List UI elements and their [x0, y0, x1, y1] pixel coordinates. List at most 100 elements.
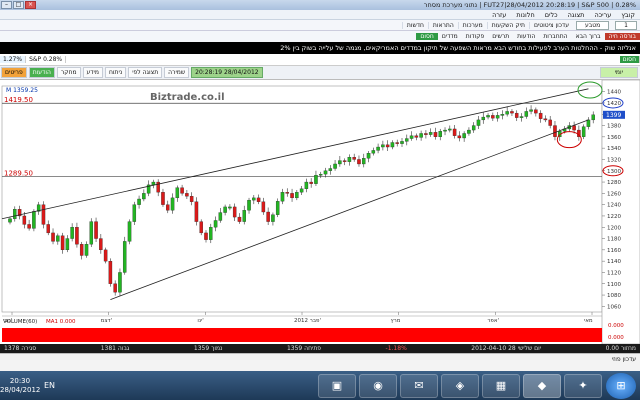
minimize-button[interactable]: – [1, 1, 12, 9]
chart-view-by-button[interactable]: תצוגה לפי [128, 67, 163, 78]
toolbar-alerts-button[interactable]: התראות [427, 21, 458, 29]
candle-body [65, 238, 70, 251]
chart-save-button[interactable]: שמירה [164, 67, 190, 78]
chart-info-button[interactable]: מידע [82, 67, 103, 78]
candle-body [586, 119, 591, 127]
candle-body [232, 206, 237, 218]
blocked-badge[interactable]: חסום [416, 33, 438, 40]
status-close: סגירה 1378 [4, 345, 37, 352]
candle-body [266, 211, 270, 222]
candle-body [51, 232, 55, 242]
language-indicator[interactable]: EN [44, 381, 55, 390]
y-tick-label: 1120 [607, 270, 621, 276]
candle-body [371, 150, 376, 154]
y-tick-label: 1060 [607, 304, 621, 310]
toolbar2-messages[interactable]: הודעות [513, 33, 539, 40]
status-high: גבוה 1381 [100, 345, 130, 352]
y-tick-label: 1240 [607, 203, 621, 209]
taskbar-app-icon[interactable]: ✦ [564, 373, 602, 398]
blocked-box[interactable]: חסום [619, 56, 640, 63]
chart-time-label: 20:28:19 28/04/2012 [191, 67, 263, 78]
candle-body [161, 192, 165, 205]
currency-select[interactable]: מטבע [575, 20, 610, 30]
price-chart[interactable]: 1419.501289.5014401420140013801360134013… [0, 80, 640, 344]
taskbar-app-icon[interactable]: ▦ [482, 373, 520, 398]
candle-body [376, 146, 380, 151]
candle-body [333, 163, 337, 169]
menu-tools[interactable]: כלים [540, 11, 563, 19]
start-button-icon[interactable]: ⊞ [606, 372, 636, 399]
candle-body [56, 235, 60, 242]
bottom-tab[interactable]: עדכון פוזי [612, 356, 636, 363]
status-volume: מחזור 0.00 [605, 345, 636, 352]
toolbar2-indices[interactable]: מדדים [438, 33, 462, 40]
toolbar2-welcome[interactable]: ברוך הבא [572, 33, 605, 40]
candle-body [261, 201, 266, 213]
x-tick-label: דצמ' [101, 318, 113, 324]
y-tick-label: 1200 [607, 225, 621, 231]
toolbar2-chart[interactable]: תרשים [488, 33, 513, 40]
toolbar-portfolio-button[interactable]: תיק השקעות [486, 21, 529, 29]
chart-analysis-button[interactable]: ניתוח [104, 67, 127, 78]
menu-windows[interactable]: חלונות [511, 11, 539, 19]
status-low: נמוך 1359 [193, 345, 223, 352]
menu-edit[interactable]: עריכה [589, 11, 616, 19]
taskbar: 20:30 28/04/2012 EN ▣ ◉ ✉ ◈ ▦ ◆ ✦ ⊞ [0, 371, 640, 400]
symbol-box[interactable]: S&P 0.28% [26, 56, 67, 63]
clock-date: 28/04/2012 [0, 385, 41, 394]
candle-body [185, 193, 189, 197]
menu-view[interactable]: תצוגה [563, 11, 590, 19]
candle-body [385, 144, 390, 148]
candle-body [180, 187, 184, 194]
toolbar-quotes-button[interactable]: עדכון ציטוטים [528, 21, 573, 29]
status-change: -1.18% [385, 345, 407, 352]
taskbar-app-icon[interactable]: ◆ [523, 373, 561, 398]
menu-file[interactable]: קובץ [616, 11, 640, 19]
candle-body [543, 118, 548, 121]
taskbar-app-icon[interactable]: ◈ [441, 373, 479, 398]
chart-period-field[interactable]: יומי [599, 67, 638, 78]
candle-body [443, 129, 447, 132]
y-tick-label: 1100 [607, 282, 621, 288]
toolbar2-orders[interactable]: פקודות [462, 33, 489, 40]
candle-body [338, 160, 342, 165]
taskbar-app-icon[interactable]: ✉ [400, 373, 438, 398]
candle-body [591, 114, 595, 121]
chart-messages-button[interactable]: הודעות [28, 67, 55, 78]
toolbar-news-button[interactable]: חדשות [401, 21, 428, 29]
candle-body [400, 141, 404, 144]
clock-time: 20:30 [9, 376, 31, 385]
candle-body [132, 204, 137, 222]
candle-body [218, 212, 223, 221]
live-market-badge[interactable]: בורסה חיה [604, 33, 640, 40]
candle-body [328, 168, 333, 171]
close-button[interactable]: × [25, 1, 36, 9]
y-tick-label: 1440 [607, 90, 621, 96]
menu-help[interactable]: עזרה [487, 11, 511, 19]
candle-body [452, 128, 457, 136]
candle-body [89, 221, 94, 245]
taskbar-clock[interactable]: 20:30 28/04/2012 [0, 377, 40, 395]
taskbar-app-icon[interactable]: ◉ [359, 373, 397, 398]
candle-body [189, 196, 194, 202]
candle-body [419, 133, 423, 138]
chart-research-button[interactable]: מחקר [56, 67, 81, 78]
maximize-button[interactable]: □ [13, 1, 24, 9]
candle-body [84, 244, 89, 256]
toolbar-systems-button[interactable]: מערכות [457, 21, 487, 29]
x-tick-label: מאי [584, 318, 593, 324]
reference-label: 1419.50 [4, 96, 33, 104]
candle-body [553, 125, 557, 137]
chart-items-button[interactable]: פריטים [1, 67, 27, 78]
candle-body [534, 109, 538, 114]
volume-axis-label: 0.000 [608, 323, 624, 329]
quantity-select[interactable]: 1 [615, 20, 637, 30]
menu-bar: קובץ עריכה תצוגה כלים חלונות עזרה [0, 10, 640, 20]
toolbar2-login[interactable]: התחברות [539, 33, 571, 40]
last-price-label: 1399 [606, 112, 621, 119]
taskbar-app-icon[interactable]: ▣ [318, 373, 356, 398]
candle-body [500, 114, 505, 116]
candle-body [524, 111, 529, 117]
watermark: Biztrade.co.il [150, 92, 225, 103]
y-tick-label: 1360 [607, 135, 621, 141]
